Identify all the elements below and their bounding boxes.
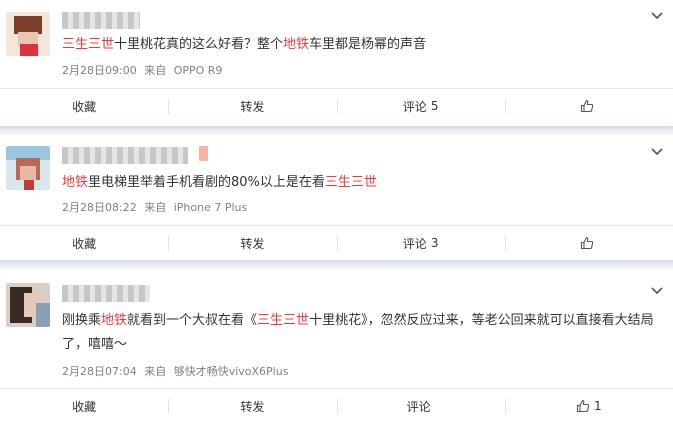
post-time[interactable]: 2月28日07:04	[62, 365, 137, 378]
keyword-highlight[interactable]: 三生三世	[62, 37, 114, 52]
action-bar: 收藏 转发 评论 3	[0, 225, 673, 260]
vip-badge	[199, 146, 208, 161]
post-device: iPhone 7 Plus	[173, 201, 248, 214]
avatar[interactable]	[6, 283, 50, 327]
post-1: 三生三世十里桃花真的这么好看？整个地铁车里都是杨幂的声音 2月28日09:00 …	[0, 0, 673, 126]
keyword-highlight[interactable]: 三生三世	[257, 313, 309, 328]
favorite-button[interactable]: 收藏	[0, 389, 168, 423]
action-bar: 收藏 转发 评论 1	[0, 388, 673, 423]
post-text: 就看到一个大叔在看《	[127, 313, 258, 328]
comment-label: 评论	[402, 99, 427, 114]
favorite-label: 收藏	[72, 99, 97, 114]
post-via: 来自	[144, 365, 167, 378]
favorite-button[interactable]: 收藏	[0, 89, 168, 123]
avatar[interactable]	[6, 12, 50, 56]
keyword-highlight[interactable]: 地铁	[283, 37, 309, 52]
favorite-button[interactable]: 收藏	[0, 226, 168, 260]
post-2: 地铁里电梯里举着手机看剧的80%以上是在看三生三世 2月28日08:22 来自 …	[0, 135, 673, 260]
username-redacted[interactable]	[62, 285, 150, 302]
repost-button[interactable]: 转发	[168, 89, 336, 123]
post-meta: 2月28日08:22 来自 iPhone 7 Plus	[62, 199, 247, 215]
thumbs-up-icon	[580, 99, 594, 113]
post-time[interactable]: 2月28日09:00	[62, 64, 137, 77]
post-meta: 2月28日09:00 来自 OPPO R9	[62, 62, 222, 78]
comment-button[interactable]: 评论	[336, 389, 505, 423]
like-button[interactable]: 1	[504, 389, 673, 423]
post-content: 地铁里电梯里举着手机看剧的80%以上是在看三生三世	[62, 171, 659, 195]
username-redacted[interactable]	[62, 147, 188, 164]
favorite-label: 收藏	[72, 236, 97, 251]
post-via: 来自	[144, 201, 167, 214]
action-bar: 收藏 转发 评论 5	[0, 88, 673, 123]
like-button[interactable]	[504, 226, 673, 260]
post-divider	[0, 260, 673, 269]
thumbs-up-icon	[576, 399, 590, 413]
repost-button[interactable]: 转发	[168, 226, 336, 260]
keyword-highlight[interactable]: 地铁	[101, 313, 127, 328]
comment-count: 5	[430, 99, 439, 113]
chevron-down-icon[interactable]	[649, 144, 665, 160]
thumbs-up-icon	[580, 236, 594, 250]
repost-label: 转发	[240, 99, 265, 114]
post-content: 刚换乘地铁就看到一个大叔在看《三生三世十里桃花》，忽然反应过来，等老公回来就可以…	[62, 309, 659, 357]
chevron-down-icon[interactable]	[649, 283, 665, 299]
keyword-highlight[interactable]: 地铁	[62, 175, 88, 190]
post-content: 三生三世十里桃花真的这么好看？整个地铁车里都是杨幂的声音	[62, 33, 659, 57]
favorite-label: 收藏	[72, 399, 97, 414]
comment-button[interactable]: 评论 3	[336, 226, 505, 260]
weibo-feed: 三生三世十里桃花真的这么好看？整个地铁车里都是杨幂的声音 2月28日09:00 …	[0, 0, 673, 423]
post-text: 车里都是杨幂的声音	[309, 37, 427, 52]
comment-label: 评论	[406, 399, 431, 414]
post-3: 刚换乘地铁就看到一个大叔在看《三生三世十里桃花》，忽然反应过来，等老公回来就可以…	[0, 269, 673, 423]
post-text: 里电梯里举着手机看剧的80%以上是在看	[88, 175, 325, 190]
like-count: 1	[594, 399, 602, 413]
repost-label: 转发	[240, 236, 265, 251]
post-via: 来自	[144, 64, 167, 77]
post-device[interactable]: 够快才畅快vivoX6Plus	[174, 365, 289, 378]
avatar[interactable]	[6, 146, 50, 190]
username-redacted[interactable]	[62, 12, 140, 29]
post-device: OPPO R9	[173, 64, 223, 77]
comment-count: 3	[430, 236, 439, 250]
post-time[interactable]: 2月28日08:22	[62, 201, 137, 214]
post-meta: 2月28日07:04 来自 够快才畅快vivoX6Plus	[62, 363, 288, 379]
post-text: 十里桃花真的这么好看？整个	[114, 37, 284, 52]
chevron-down-icon[interactable]	[649, 8, 665, 24]
like-button[interactable]	[504, 89, 673, 123]
repost-label: 转发	[240, 399, 265, 414]
post-divider	[0, 126, 673, 135]
post-text: 刚换乘	[62, 313, 102, 328]
comment-button[interactable]: 评论 5	[336, 89, 505, 123]
comment-label: 评论	[402, 236, 427, 251]
repost-button[interactable]: 转发	[168, 389, 336, 423]
keyword-highlight[interactable]: 三生三世	[325, 175, 377, 190]
